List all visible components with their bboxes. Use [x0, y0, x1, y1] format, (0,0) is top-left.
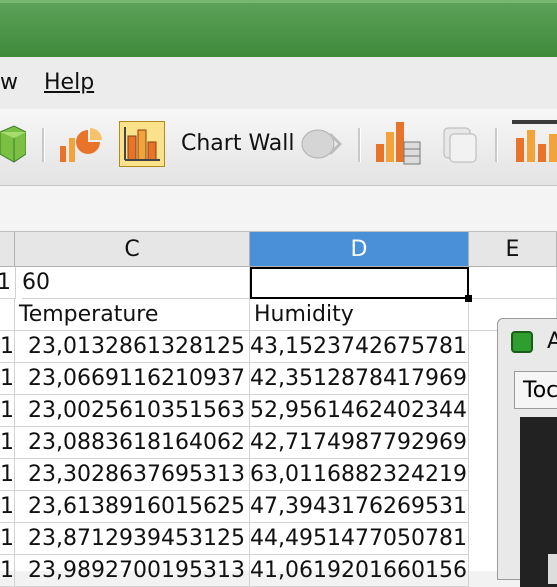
data-range-icon[interactable] — [440, 124, 480, 164]
table-row-left[interactable]: 1 — [0, 555, 15, 587]
cell-temperature-header[interactable]: Temperature — [15, 299, 250, 331]
cell-temperature[interactable]: 23,9892700195313 — [15, 555, 250, 587]
dialog-title: A — [547, 329, 557, 354]
toolbar-separator — [495, 128, 498, 162]
chart-type-icon[interactable] — [58, 122, 104, 166]
cell-temperature[interactable]: 23,0132861328125 — [15, 331, 250, 363]
chart-wall-icon — [124, 127, 160, 161]
cell-humidity[interactable]: 47,3943176269531 — [250, 491, 469, 523]
table-row-left[interactable]: 1 — [0, 427, 15, 459]
window-title-bar — [0, 0, 557, 57]
cell-c-top[interactable]: 60 — [22, 267, 250, 299]
table-row-left[interactable]: 1 — [0, 459, 15, 491]
toolbar-separator — [358, 128, 361, 162]
chart-data-table-icon[interactable] — [374, 120, 422, 166]
chart-dialog-window[interactable]: A Toc — [497, 318, 557, 587]
cell-temperature[interactable]: 23,8712939453125 — [15, 523, 250, 555]
chart-type-bar-icon[interactable] — [512, 118, 557, 166]
cell-temperature[interactable]: 23,6138916015625 — [15, 491, 250, 523]
cell-humidity[interactable]: 42,7174987792969 — [250, 427, 469, 459]
cell-temperature[interactable]: 23,0669116210937 — [15, 363, 250, 395]
column-header-c[interactable]: C — [15, 232, 250, 267]
formula-bar[interactable] — [0, 186, 557, 232]
app-icon — [511, 331, 533, 353]
table-row-left[interactable]: 1 — [0, 395, 15, 427]
cell-humidity[interactable]: 63,0116882324219 — [250, 459, 469, 491]
cell-cursor — [250, 267, 469, 299]
column-header-d[interactable]: D — [250, 232, 469, 267]
cell-temperature[interactable]: 23,3028637695313 — [15, 459, 250, 491]
cell-temperature[interactable]: 23,0883618164062 — [15, 427, 250, 459]
table-row-left[interactable]: 1 — [0, 523, 15, 555]
dialog-tab[interactable]: Toc — [514, 371, 557, 409]
table-row-left[interactable]: 1 — [0, 491, 15, 523]
menu-item-view[interactable]: w — [0, 70, 18, 95]
cell-humidity[interactable]: 43,1523742675781 — [250, 331, 469, 363]
dialog-content-item — [548, 554, 557, 584]
cell-b-header[interactable] — [0, 299, 15, 331]
cell-humidity[interactable]: 44,4951477050781 — [250, 523, 469, 555]
cell-b-top[interactable]: 61 — [0, 267, 16, 299]
cell-humidity[interactable]: 42,3512878417969 — [250, 363, 469, 395]
cell-temperature[interactable]: 23,0025610351563 — [15, 395, 250, 427]
chart-wall-label[interactable]: Chart Wall — [181, 131, 295, 156]
fill-handle[interactable] — [465, 295, 472, 302]
3d-view-icon[interactable] — [0, 124, 26, 164]
cell-humidity-header[interactable]: Humidity — [250, 299, 469, 331]
toolbar-separator — [42, 128, 45, 162]
menu-bar: w Help — [0, 57, 557, 109]
column-header-e[interactable]: E — [469, 232, 557, 267]
chart-wall-button-frame[interactable] — [119, 121, 165, 167]
table-row-left[interactable]: 1 — [0, 331, 15, 363]
3d-rotate-icon[interactable] — [300, 124, 344, 164]
menu-item-help[interactable]: Help — [44, 70, 94, 95]
cell-e-top[interactable] — [469, 267, 557, 299]
column-header-b[interactable] — [0, 232, 15, 267]
table-row-left[interactable]: 1 — [0, 363, 15, 395]
cell-humidity[interactable]: 41,0619201660156 — [250, 555, 469, 587]
cell-humidity[interactable]: 52,9561462402344 — [250, 395, 469, 427]
